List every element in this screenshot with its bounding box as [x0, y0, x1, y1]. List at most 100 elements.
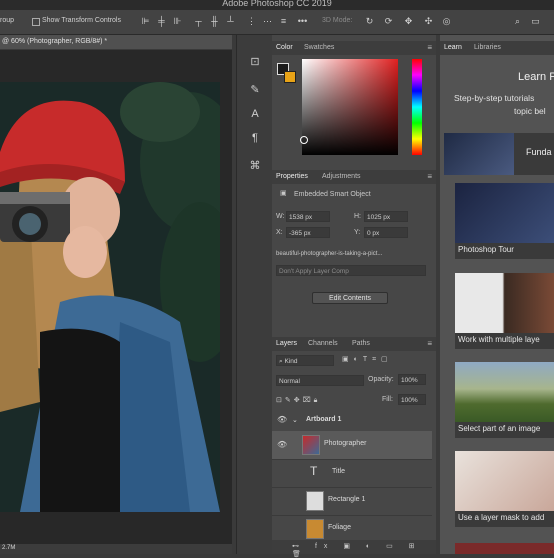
tutorial-card[interactable]: Work with multiple laye — [455, 273, 554, 349]
tutorial-card[interactable]: Photoshop Tour — [455, 183, 554, 259]
tab-channels[interactable]: Channels — [308, 340, 338, 347]
tab-properties[interactable]: Properties — [276, 173, 308, 180]
panel-menu-icon[interactable]: ≡ — [427, 339, 432, 348]
tab-swatches[interactable]: Swatches — [304, 44, 334, 51]
options-bar: roup Show Transform Controls ⊫ ╪ ⊪ ┬ ╫ ┴… — [0, 10, 554, 35]
text-layer-icon: T — [310, 464, 318, 478]
fill-label: Fill: — [382, 396, 393, 403]
layers-footer: ⊷ fx ▣ ◐ ▭ ⊞ 🗑︎ — [272, 540, 436, 558]
eye-icon[interactable]: 👁︎ — [277, 415, 287, 424]
3d-slide-icon[interactable]: ✣ — [423, 16, 434, 27]
opacity-field[interactable]: 100% — [398, 374, 426, 385]
edit-contents-button[interactable]: Edit Contents — [312, 292, 388, 304]
layer-filter-icons[interactable]: ▣◐T⌗▢ — [342, 355, 393, 364]
distribute-v-icon[interactable]: ≡ — [278, 16, 289, 27]
align-middle-icon[interactable]: ╫ — [209, 16, 220, 27]
paragraph-icon[interactable]: ¶ — [247, 131, 263, 145]
learn-heading: Learn P — [518, 71, 554, 83]
height-field[interactable]: 1025 px — [364, 211, 408, 222]
x-field[interactable]: -365 px — [286, 227, 330, 238]
tab-adjustments[interactable]: Adjustments — [322, 173, 361, 180]
lock-icons[interactable]: ⊡✎✥⌧🔒︎ — [276, 396, 320, 405]
3d-scale-icon[interactable]: ◎ — [441, 16, 452, 27]
layer-filter-kind[interactable]: ⌕ Kind — [276, 355, 334, 366]
canvas-photo[interactable] — [0, 82, 220, 512]
tutorial-title: Select part of an image — [458, 424, 541, 433]
width-label: W: — [276, 213, 285, 220]
fill-field[interactable]: 100% — [398, 394, 426, 405]
tutorial-card[interactable]: Use a layer mask to add — [455, 451, 554, 527]
align-bottom-icon[interactable]: ┴ — [225, 16, 236, 27]
glyphs-icon[interactable]: ⌘ — [247, 159, 263, 173]
featured-label: Funda — [526, 147, 552, 157]
layer-name: Artboard 1 — [306, 416, 342, 423]
layer-name: Title — [332, 468, 345, 475]
align-left-icon[interactable]: ⊫ — [140, 16, 151, 27]
3d-roll-icon[interactable]: ⟳ — [383, 16, 394, 27]
brush-settings-icon[interactable]: ✎ — [247, 83, 263, 97]
opacity-label: Opacity: — [368, 376, 394, 383]
document-tab-label[interactable]: @ 60% (Photographer, RGB/8#) * — [2, 38, 107, 45]
distribute-icon[interactable]: ⋮ — [246, 16, 257, 27]
smart-object-filename: beautiful-photographer-is-taking-a-pict.… — [276, 251, 383, 257]
align-top-icon[interactable]: ┬ — [193, 16, 204, 27]
layer-row[interactable]: 👁︎ Photographer — [272, 431, 432, 460]
workspace-icon[interactable]: ▭ — [530, 16, 541, 27]
layer-actions-icons[interactable]: ⊷ fx ▣ ◐ ▭ ⊞ 🗑︎ — [292, 542, 436, 558]
disclosure-icon[interactable]: ⌄ — [292, 416, 298, 424]
eye-icon[interactable]: 👁︎ — [277, 440, 287, 449]
layer-name: Foliage — [328, 524, 351, 531]
align-right-icon[interactable]: ⊪ — [172, 16, 183, 27]
3d-rotate-icon[interactable]: ↻ — [364, 16, 375, 27]
3d-mode-label: 3D Mode: — [322, 17, 353, 24]
layer-row[interactable]: 👁︎ ⌄ Artboard 1 — [272, 409, 432, 432]
tool-group-label[interactable]: roup — [0, 17, 14, 24]
tab-learn[interactable]: Learn — [444, 44, 462, 51]
y-field[interactable]: 0 px — [364, 227, 408, 238]
width-field[interactable]: 1538 px — [286, 211, 330, 222]
distribute-h-icon[interactable]: ⋯ — [262, 16, 273, 27]
3d-pan-icon[interactable]: ✥ — [403, 16, 414, 27]
tab-paths[interactable]: Paths — [352, 340, 370, 347]
height-label: H: — [354, 213, 361, 220]
layer-row[interactable]: T Title — [272, 459, 432, 488]
color-picker-cursor[interactable] — [300, 136, 308, 144]
panels-middle-column: Color Swatches ≡ Properties Adjustments … — [272, 35, 436, 558]
tutorial-thumbnail — [455, 362, 554, 422]
layer-thumbnail — [306, 491, 324, 511]
history-icon[interactable]: ⊡ — [247, 55, 263, 69]
tutorial-card[interactable]: Select part of an image — [455, 362, 554, 438]
search-icon[interactable]: ⌕ — [512, 16, 523, 27]
layer-thumbnail — [306, 519, 324, 539]
app-title: Adobe Photoshop CC 2019 — [222, 0, 332, 8]
zoom-readout: 2.7M — [2, 545, 16, 551]
layer-thumbnail — [302, 435, 320, 455]
featured-tutorial[interactable]: Funda — [444, 133, 554, 175]
tab-layers[interactable]: Layers — [276, 340, 297, 347]
more-options-icon[interactable]: ••• — [297, 16, 308, 27]
tutorial-thumbnail — [455, 451, 554, 511]
layer-comp-select[interactable]: Don't Apply Layer Comp — [276, 265, 426, 276]
background-color-swatch[interactable] — [284, 71, 296, 83]
panel-menu-icon[interactable]: ≡ — [427, 43, 432, 52]
tab-color[interactable]: Color — [276, 44, 293, 51]
show-transform-label[interactable]: Show Transform Controls — [42, 17, 121, 24]
tutorial-title: Work with multiple laye — [458, 335, 540, 344]
align-center-icon[interactable]: ╪ — [156, 16, 167, 27]
photographer-image — [0, 82, 220, 512]
panel-menu-icon[interactable]: ≡ — [427, 172, 432, 181]
layer-name: Rectangle 1 — [328, 496, 366, 503]
document-tab[interactable]: @ 60% (Photographer, RGB/8#) * — [0, 35, 232, 49]
tutorial-card-partial[interactable] — [455, 543, 554, 554]
hue-slider[interactable] — [412, 59, 422, 155]
x-label: X: — [276, 229, 283, 236]
tab-libraries[interactable]: Libraries — [474, 44, 501, 51]
panel-icon-strip: ⊡ ✎ A ¶ ⌘ — [236, 35, 276, 554]
blend-mode-select[interactable]: Normal — [276, 375, 364, 386]
layer-row[interactable]: Rectangle 1 — [272, 487, 432, 516]
tutorial-title: Photoshop Tour — [458, 245, 514, 254]
color-field[interactable] — [302, 59, 398, 155]
character-icon[interactable]: A — [247, 107, 263, 121]
show-transform-checkbox[interactable] — [32, 18, 40, 26]
tutorial-thumbnail — [455, 273, 554, 333]
